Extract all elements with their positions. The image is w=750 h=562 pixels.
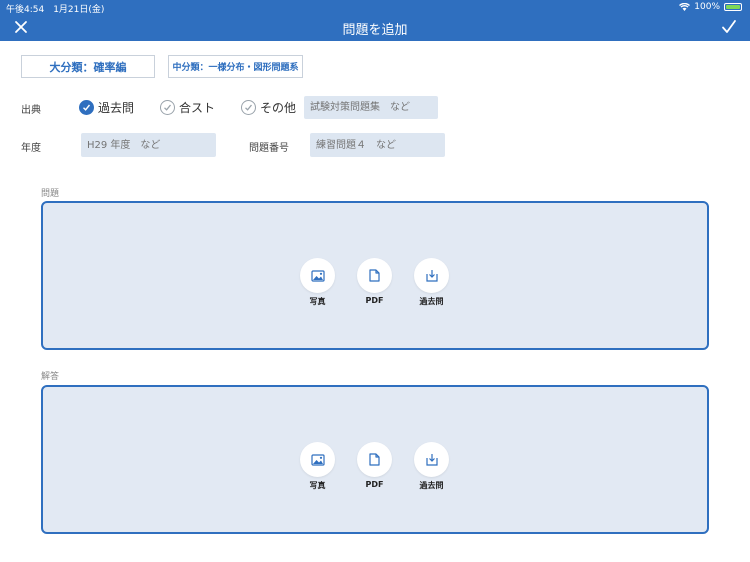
answer-label: 解答: [41, 372, 60, 382]
answer-photo-button[interactable]: 写真: [300, 442, 335, 491]
download-icon: [414, 442, 449, 477]
unchecked-icon: [160, 100, 175, 115]
action-label: PDF: [365, 296, 384, 305]
answer-past-exam-button[interactable]: 過去問: [414, 442, 449, 491]
problem-number-input[interactable]: [310, 133, 445, 157]
sub-category-button[interactable]: 中分類：一様分布・図形問題系: [168, 55, 303, 78]
checkmark-icon[interactable]: [720, 18, 738, 36]
answer-pdf-button[interactable]: PDF: [357, 442, 392, 491]
document-icon: [357, 442, 392, 477]
action-label: PDF: [365, 480, 384, 489]
source-option-past-exam[interactable]: 過去問: [79, 99, 134, 116]
document-icon: [357, 258, 392, 293]
download-icon: [414, 258, 449, 293]
action-label: 過去問: [419, 481, 444, 490]
question-actions: 写真 PDF 過去問: [300, 258, 449, 307]
other-source-input[interactable]: [304, 96, 438, 119]
checked-icon: [79, 100, 94, 115]
source-option-label: 過去問: [98, 101, 135, 115]
year-input[interactable]: [81, 133, 216, 157]
action-label: 写真: [309, 481, 326, 490]
source-option-label: その他: [260, 101, 297, 115]
question-past-exam-button[interactable]: 過去問: [414, 258, 449, 307]
source-option-other[interactable]: その他: [241, 99, 296, 116]
source-option-gosuto[interactable]: 合スト: [160, 99, 215, 116]
source-option-label: 合スト: [179, 101, 216, 115]
action-label: 過去問: [419, 297, 444, 306]
navigation-bar: 午後4:54 1月21日(金) 100% 問題を追加: [0, 0, 750, 41]
question-pdf-button[interactable]: PDF: [357, 258, 392, 307]
photo-icon: [300, 258, 335, 293]
year-label: 年度: [21, 143, 41, 154]
unchecked-icon: [241, 100, 256, 115]
question-label: 問題: [41, 189, 60, 199]
question-photo-button[interactable]: 写真: [300, 258, 335, 307]
source-label: 出典: [21, 105, 41, 116]
main-category-button[interactable]: 大分類：確率編: [21, 55, 155, 78]
battery-percent: 100%: [694, 2, 720, 12]
answer-actions: 写真 PDF 過去問: [300, 442, 449, 491]
page-title: 問題を追加: [342, 23, 408, 38]
battery-icon: [724, 3, 742, 11]
status-time-date: 午後4:54 1月21日(金): [6, 5, 105, 15]
problem-number-label: 問題番号: [249, 143, 289, 154]
wifi-icon: [679, 3, 691, 11]
photo-icon: [300, 442, 335, 477]
status-indicators: 100%: [679, 2, 742, 12]
action-label: 写真: [309, 297, 326, 306]
